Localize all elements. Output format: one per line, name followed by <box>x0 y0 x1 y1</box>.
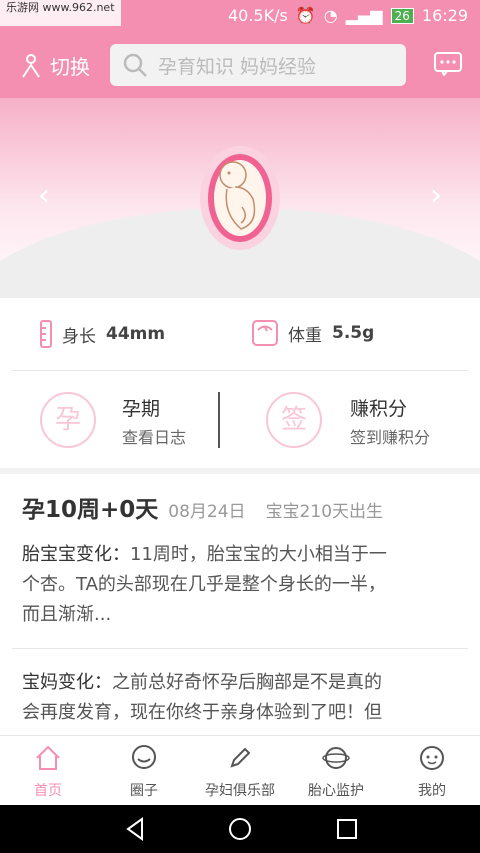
scale-icon <box>252 320 278 346</box>
status-right: 40.5K/s ⏰ ◔ ▂▄▆ 26 16:29 <box>228 6 468 25</box>
tab-club[interactable]: 孕妇俱乐部 <box>192 736 288 806</box>
bottom-tab-bar: 首页 圈子 孕妇俱乐部 胎心监护 我的 <box>0 735 480 805</box>
divider <box>12 370 468 371</box>
profile-icon <box>420 746 444 770</box>
length-metric: 身长 44mm <box>40 320 165 348</box>
search-icon <box>123 53 147 77</box>
points-title: 赚积分 <box>350 398 408 420</box>
search-input[interactable]: 孕育知识 妈妈经验 <box>110 44 406 86</box>
length-label: 身长 <box>62 326 96 347</box>
quick-divider <box>218 392 220 448</box>
checkin-badge-icon: 签 <box>266 392 322 448</box>
pregnancy-badge-icon: 孕 <box>40 392 96 448</box>
weight-metric: 体重 5.5g <box>252 320 374 346</box>
divider <box>12 648 468 649</box>
switch-label: 切换 <box>50 55 90 79</box>
watermark: 乐游网 www.962.net <box>0 0 121 26</box>
user-switch-icon <box>22 53 40 78</box>
prev-week-arrow[interactable]: ‹ <box>38 178 68 214</box>
weight-label: 体重 <box>288 325 322 346</box>
tab-circle[interactable]: 圈子 <box>96 736 192 806</box>
home-nav-icon[interactable] <box>227 815 253 843</box>
fetus-illustration <box>200 146 280 250</box>
tab-mine[interactable]: 我的 <box>384 736 480 806</box>
baby-change-line-1: 胎宝宝变化：11周时，胎宝宝的大小相当于一 <box>22 544 387 565</box>
baby-change-line-2: 个杏。TA的头部现在几乎是整个身长的一半， <box>22 574 386 595</box>
baby-change-line-3: 而且渐渐... <box>22 604 112 625</box>
switch-button[interactable]: 切换 <box>20 51 90 80</box>
message-icon[interactable] <box>434 52 462 76</box>
week-date: 08月24日 <box>168 502 246 522</box>
search-placeholder: 孕育知识 妈妈经验 <box>158 55 317 78</box>
quick-actions: 孕 孕期 查看日志 签 赚积分 签到赚积分 <box>0 372 480 468</box>
clock: 16:29 <box>421 6 468 25</box>
globe-icon <box>322 747 350 769</box>
tab-fetal-monitor[interactable]: 胎心监护 <box>288 736 384 806</box>
tab-home[interactable]: 首页 <box>0 736 96 806</box>
system-nav-bar <box>0 805 480 853</box>
days-until-birth: 宝宝210天出生 <box>265 502 384 522</box>
back-icon[interactable] <box>122 815 148 843</box>
status-bar: 乐游网 www.962.net 40.5K/s ⏰ ◔ ▂▄▆ 26 16:29 <box>0 0 480 32</box>
size-metrics: 身长 44mm 体重 5.5g <box>0 298 480 370</box>
mom-change-line-2: 会再度发育，现在你终于亲身体验到了吧！但 <box>22 702 382 723</box>
network-speed: 40.5K/s <box>227 6 288 25</box>
battery-icon: 26 <box>390 7 414 24</box>
weight-value: 5.5g <box>332 323 375 343</box>
section-gap <box>0 468 480 474</box>
wifi-icon: ◔ <box>323 6 338 25</box>
mom-change-label: 宝妈变化： <box>22 672 112 693</box>
week-title: 孕10周+0天 <box>22 497 159 523</box>
ruler-icon <box>40 320 52 348</box>
baby-change-card[interactable]: 胎宝宝变化：11周时，胎宝宝的大小相当于一 个杏。TA的头部现在几乎是整个身长的… <box>22 540 462 630</box>
length-value: 44mm <box>106 324 166 344</box>
week-header: 孕10周+0天 08月24日 宝宝210天出生 <box>22 490 383 524</box>
pencil-icon <box>230 747 251 768</box>
home-icon <box>36 745 60 770</box>
fetus-banner: ‹ › <box>0 98 480 298</box>
alarm-icon: ⏰ <box>295 6 316 25</box>
baby-change-label: 胎宝宝变化： <box>22 544 130 565</box>
mom-change-card[interactable]: 宝妈变化：之前总好奇怀孕后胸部是不是真的 会再度发育，现在你终于亲身体验到了吧！… <box>22 668 462 728</box>
signal-icon: ▂▄▆ <box>345 6 383 25</box>
chat-bubble-icon <box>132 745 156 769</box>
recents-icon[interactable] <box>334 815 360 843</box>
pregnancy-title: 孕期 <box>122 398 161 420</box>
pregnancy-subtitle: 查看日志 <box>122 428 187 447</box>
next-week-arrow[interactable]: › <box>412 178 442 214</box>
mom-change-line-1: 宝妈变化：之前总好奇怀孕后胸部是不是真的 <box>22 672 382 693</box>
top-bar: 切换 孕育知识 妈妈经验 <box>0 32 480 98</box>
points-subtitle: 签到赚积分 <box>350 428 431 447</box>
